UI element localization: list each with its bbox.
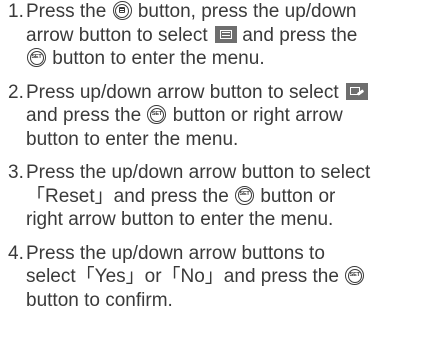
step-number: 2. <box>8 81 24 103</box>
step-line: SET button to enter the menu. <box>26 47 427 71</box>
set-button-icon: SET <box>27 48 46 67</box>
step-line: button to confirm. <box>26 289 173 311</box>
set-button-icon: SET <box>345 266 365 285</box>
step-number: 1. <box>8 1 24 22</box>
step-1: 1. Press the button, press the up/down a… <box>0 0 427 71</box>
menu-button-icon <box>112 1 132 20</box>
step-4: 4. Press the up/down arrow buttons to se… <box>0 242 427 313</box>
tools-menu-icon <box>345 82 368 100</box>
step-line: and press the SET button or right arrow <box>26 105 343 126</box>
step-line: Press the button, press the up/down <box>26 1 357 22</box>
step-line: select「Yes」or「No」and press the SET <box>26 265 427 289</box>
step-number: 4. <box>8 242 24 264</box>
step-line: Press the up/down arrow buttons to <box>26 242 325 264</box>
step-line: right arrow button to enter the menu. <box>26 209 334 230</box>
step-line: Press the up/down arrow button to select <box>26 162 371 183</box>
step-line: 「Reset」and press the SET button or <box>26 185 336 207</box>
setting-menu-icon <box>214 25 237 43</box>
step-number: 3. <box>8 162 24 183</box>
step-line: Press up/down arrow button to select <box>26 81 427 105</box>
set-button-icon: SET <box>235 185 255 205</box>
instruction-list: 1. Press the button, press the up/down a… <box>0 0 427 322</box>
step-2: 2. Press up/down arrow button to select … <box>0 81 427 152</box>
set-button-icon: SET <box>147 105 167 124</box>
step-line: button to enter the menu. <box>26 128 239 150</box>
step-3: 3. Press the up/down arrow button to sel… <box>0 161 427 232</box>
step-line: arrow button to select and press the <box>26 24 358 46</box>
